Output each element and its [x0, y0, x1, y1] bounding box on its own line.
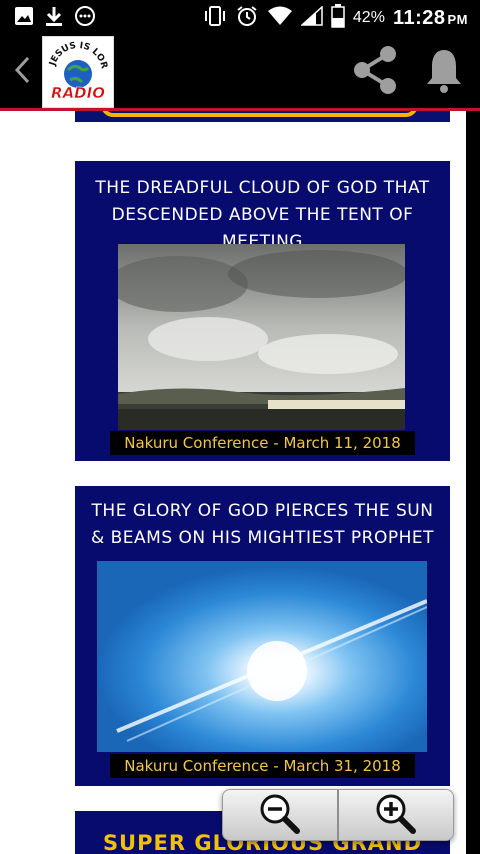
share-icon[interactable] [350, 44, 400, 101]
chevron-left-icon [13, 55, 31, 90]
download-icon [44, 5, 64, 32]
zoom-controls [222, 789, 454, 841]
scrollbar[interactable] [466, 111, 480, 854]
post-caption: Nakuru Conference - March 31, 2018 [75, 754, 450, 778]
vibrate-icon [203, 5, 227, 32]
post-caption: Nakuru Conference - March 11, 2018 [75, 431, 450, 455]
radio-logo: JESUS IS LORD RADIO [44, 38, 109, 102]
back-button[interactable] [2, 36, 42, 108]
post-title: THE DREADFUL CLOUD OF GOD THAT DESCENDED… [95, 178, 430, 252]
wifi-icon [267, 6, 293, 31]
alarm-icon [235, 4, 259, 33]
battery-percent: 42% [352, 9, 385, 26]
zoom-out-button[interactable] [223, 790, 337, 840]
status-bar: 42% 11:28 PM [0, 0, 480, 36]
battery-icon [331, 3, 345, 33]
app-bar: JESUS IS LORD RADIO [0, 36, 480, 108]
svg-text:RADIO: RADIO [51, 84, 105, 102]
zoom-out-icon [257, 791, 303, 840]
clock: 11:28 PM [392, 6, 468, 29]
zoom-in-icon [373, 791, 419, 840]
bell-icon[interactable] [424, 46, 464, 99]
signal-icon [299, 4, 323, 31]
zoom-in-button[interactable] [339, 790, 453, 840]
post-image-sun[interactable] [97, 561, 427, 752]
feed[interactable]: THE DREADFUL CLOUD OF GOD THAT DESCENDED… [0, 111, 466, 854]
image-icon [14, 6, 34, 31]
post-card-previous[interactable] [75, 111, 450, 122]
gold-frame [101, 111, 418, 117]
app-logo: JESUS IS LORD RADIO [42, 36, 114, 108]
more-dots-icon [74, 5, 96, 32]
post-image-cloud[interactable] [118, 244, 405, 430]
post-title: THE GLORY OF GOD PIERCES THE SUN & BEAMS… [90, 501, 434, 548]
post-card[interactable]: THE DREADFUL CLOUD OF GOD THAT DESCENDED… [75, 161, 450, 461]
post-card[interactable]: THE GLORY OF GOD PIERCES THE SUN & BEAMS… [75, 486, 450, 786]
